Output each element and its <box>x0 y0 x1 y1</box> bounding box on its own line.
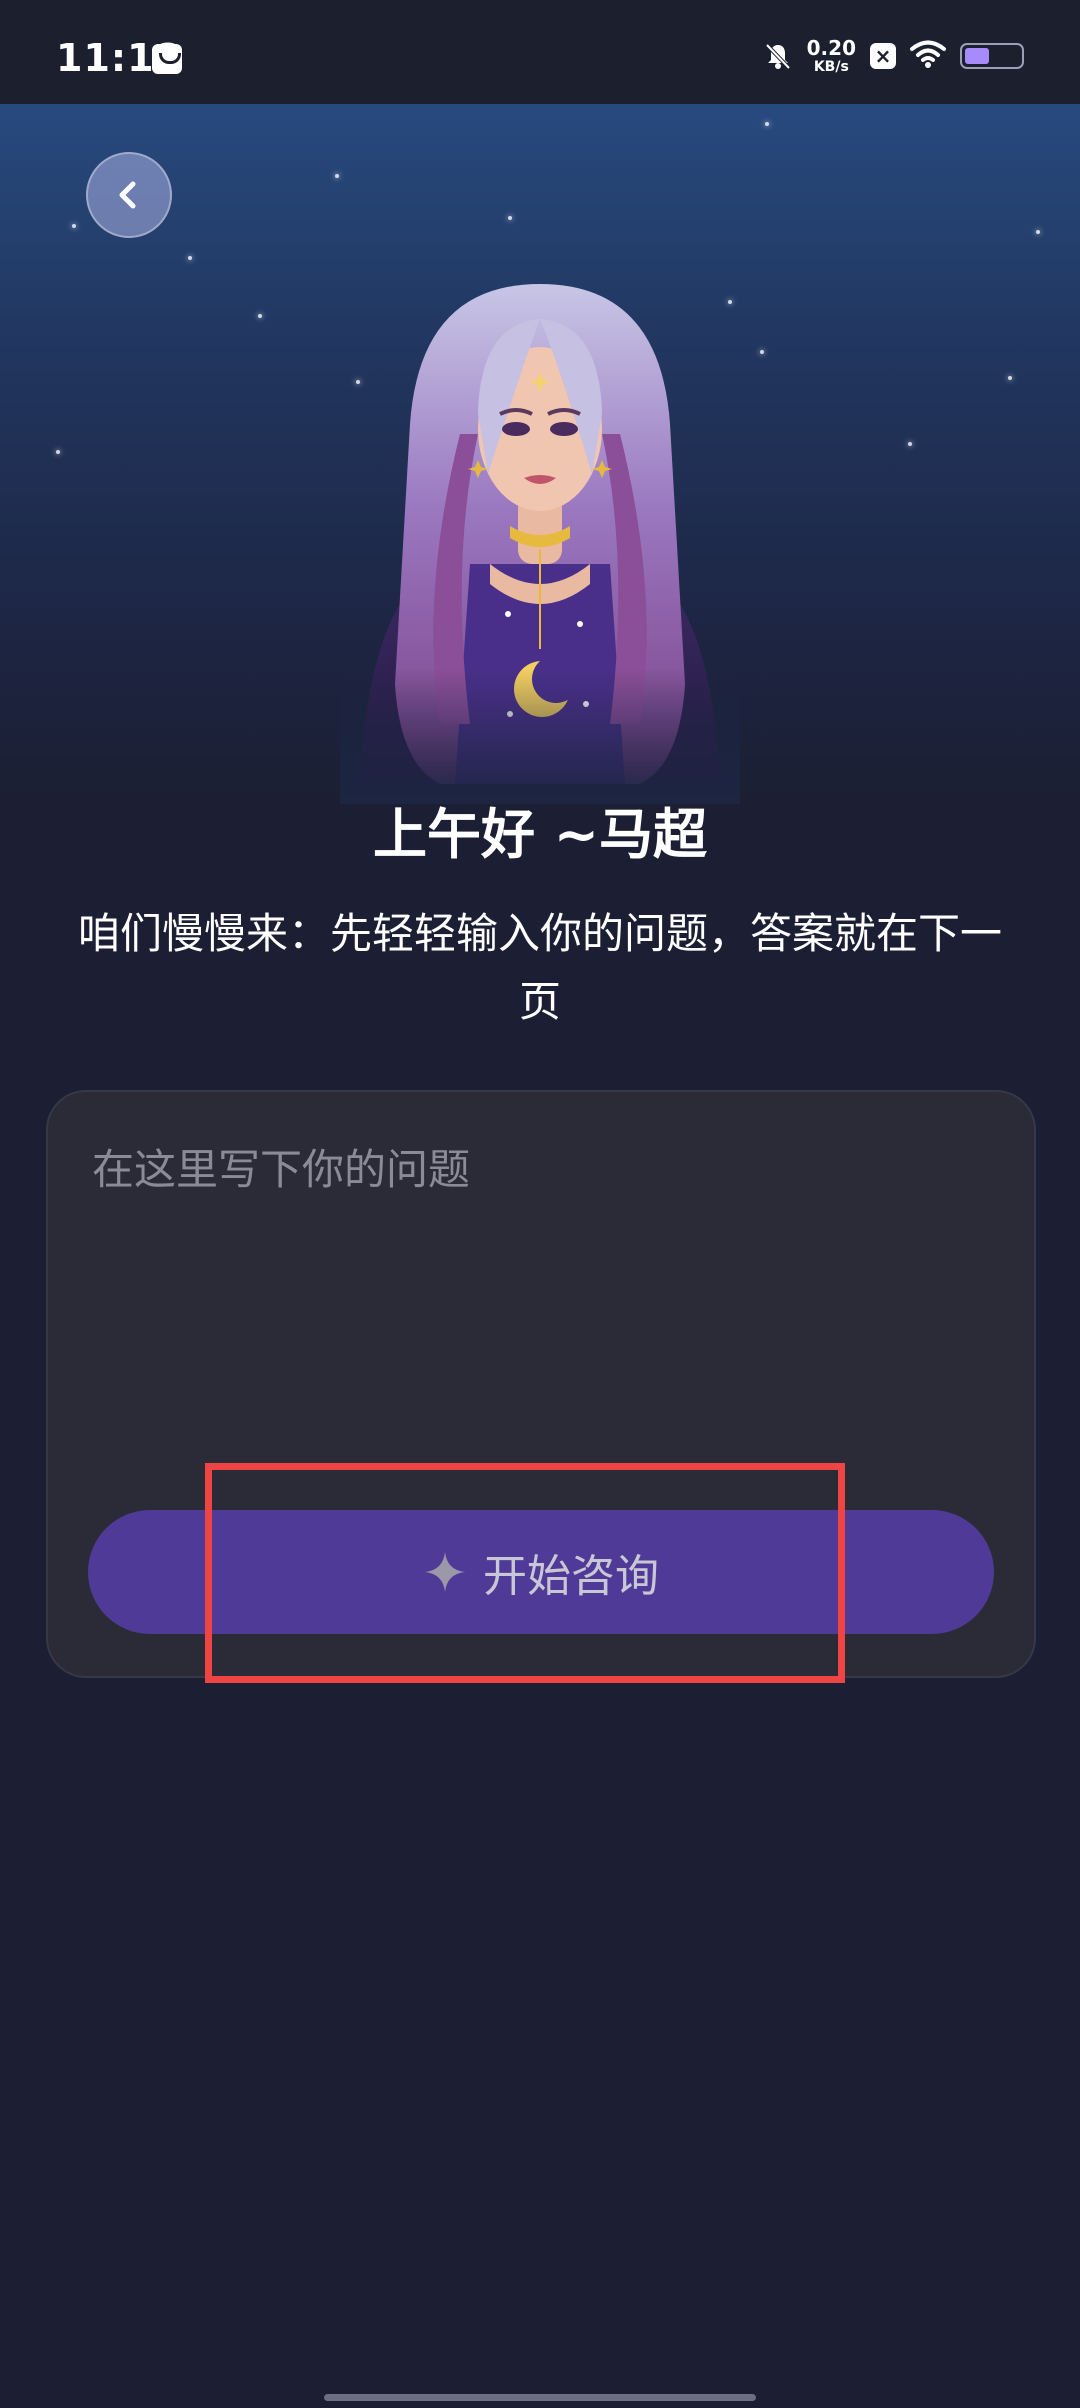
status-icons: 0.20 KB/s × <box>763 34 1024 78</box>
mute-icon <box>763 41 793 71</box>
sparkle-icon <box>425 1552 465 1592</box>
chevron-left-icon <box>119 181 136 209</box>
battery-fill <box>965 48 989 64</box>
battery-icon <box>960 43 1024 69</box>
wifi-icon <box>910 40 946 72</box>
message-icon <box>152 44 182 74</box>
home-indicator[interactable] <box>324 2394 756 2401</box>
start-consult-button[interactable]: 开始咨询 <box>88 1510 994 1634</box>
question-input[interactable] <box>90 1134 994 1438</box>
back-button[interactable] <box>86 152 172 238</box>
hero-background <box>0 104 1080 804</box>
status-bar: 11:18 0.20 KB/s × <box>0 0 1080 104</box>
close-box-icon: × <box>870 43 896 69</box>
question-card: 开始咨询 <box>46 1090 1036 1678</box>
start-consult-label: 开始咨询 <box>483 1551 659 1602</box>
network-speed-unit: KB/s <box>813 59 849 75</box>
network-speed: 0.20 KB/s <box>807 38 856 74</box>
subtitle-text: 咱们慢慢来：先轻轻输入你的问题，答案就在下一页 <box>77 909 1002 1026</box>
avatar <box>340 264 740 804</box>
network-speed-value: 0.20 <box>806 36 856 60</box>
greeting-title: 上午好 ~马超 <box>372 803 708 866</box>
